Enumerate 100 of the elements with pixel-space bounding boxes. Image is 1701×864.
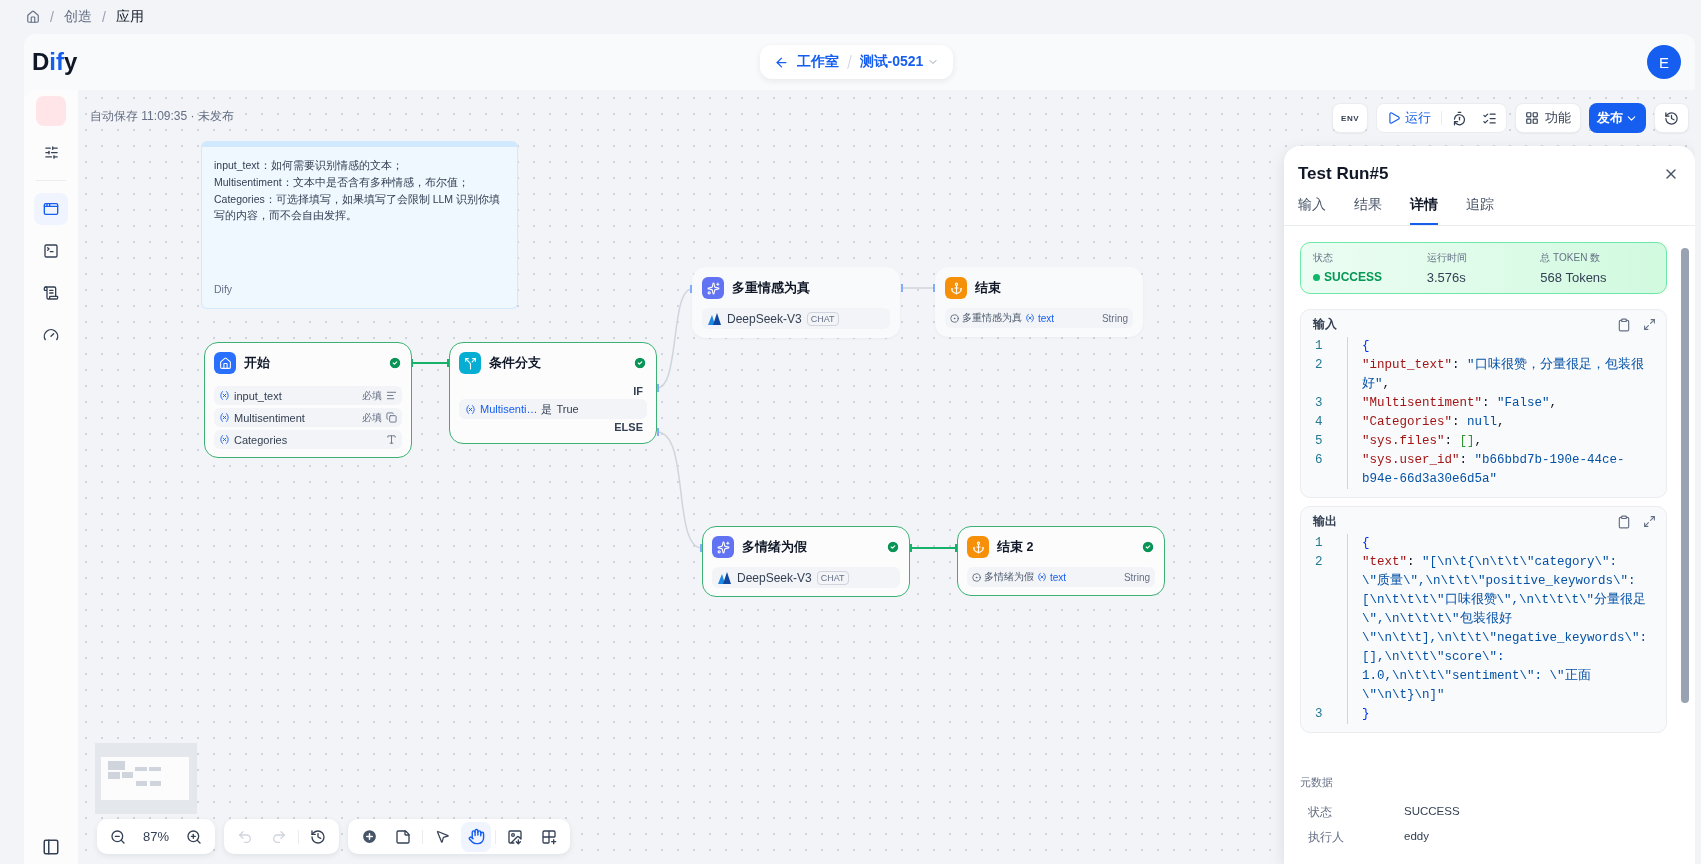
code-line: "text": "[\n\t{\n\t\t\"category\": \"质量\",\n\t\t\"positive_keywords\": [\n\t\t\t\"口味很赞\",\n\t\t\t\"分量很足\",\n\t\t\t\"包装很好\"\n\t\t],\n\t\t\"negative_keywords\": [],\n\t\t\"score\": 1.0,\n\t\t\"sentiment\": \"正面\"\n\t}\n]": [1347, 553, 1652, 705]
metadata-value: eddy: [1404, 830, 1430, 844]
zoom-in-icon: [186, 828, 203, 845]
summary-value: SUCCESS: [1313, 270, 1427, 284]
expand-icon[interactable]: [1643, 515, 1656, 528]
publish-button[interactable]: 发布: [1589, 103, 1646, 133]
code-line: }: [1347, 705, 1652, 724]
zoom-level[interactable]: 87%: [137, 829, 176, 844]
user-avatar[interactable]: E: [1647, 45, 1681, 79]
code-line: "Multisentiment": "False",: [1347, 394, 1652, 413]
node-ref-icon: [950, 313, 959, 323]
variable-name: input_text: [234, 389, 283, 402]
output-type: String: [1123, 571, 1150, 583]
arrow-left-icon: [773, 54, 789, 70]
back-link[interactable]: 工作室: [773, 53, 839, 71]
workflow-node[interactable]: 条件分支 IF Multisenti… 是 True ELSE: [449, 342, 657, 444]
redo-icon: [271, 828, 288, 845]
metadata-label: 执行人: [1308, 830, 1345, 845]
peaks-icon: [708, 312, 722, 325]
sidebar-toggle-icon[interactable]: [42, 838, 60, 856]
summary-value: 568 Tokens: [1540, 270, 1608, 285]
code-line: "sys.user_id": "b66bbd7b-190e-44ce-b94e-66d3a30e6d5a": [1347, 451, 1652, 489]
summary-label: 状态: [1313, 251, 1334, 265]
code-line: {: [1347, 534, 1652, 553]
tab[interactable]: 详情: [1410, 196, 1438, 225]
lines-icon: [386, 390, 397, 401]
line-number: 5: [1314, 433, 1324, 450]
workflow-node[interactable]: 多情绪为假 DeepSeek-V3 CHAT: [702, 526, 910, 597]
workflow-node[interactable]: 开始 input_text 必填 Multisentiment 必填 Categories: [204, 342, 412, 458]
plus-icon: [360, 828, 378, 845]
panel-title: Test Run#5: [1298, 164, 1389, 184]
metadata-value: SUCCESS: [1404, 805, 1461, 819]
branch-label: ELSE: [614, 421, 643, 433]
grid-plus-icon: [541, 828, 558, 845]
hand-tool[interactable]: [461, 821, 492, 852]
breadcrumb-separator: /: [101, 9, 106, 25]
undo-icon: [237, 828, 254, 845]
metadata-label: 状态: [1308, 805, 1333, 820]
app-name[interactable]: 测试-0521: [859, 53, 940, 71]
play-icon: [1387, 111, 1401, 125]
breadcrumb-link[interactable]: 应用: [115, 8, 144, 26]
code-line: "sys.files": [],: [1347, 432, 1652, 451]
home-icon: [214, 352, 236, 374]
condition-operator: 是: [541, 401, 553, 417]
required-label: 必填: [362, 388, 382, 403]
breadcrumb-link[interactable]: 创造: [63, 8, 92, 26]
summary-value: 3.576s: [1426, 270, 1467, 285]
hand-icon: [467, 828, 485, 845]
tab[interactable]: 结果: [1354, 196, 1382, 225]
check-icon: [1141, 540, 1155, 554]
features-button[interactable]: 功能: [1515, 103, 1581, 133]
history-button[interactable]: [1654, 103, 1689, 133]
copy-icon[interactable]: [1617, 514, 1631, 529]
sparkle-icon: [712, 536, 734, 558]
line-number: 3: [1314, 706, 1324, 723]
node-title: 多情绪为假: [742, 538, 808, 556]
history-icon: [1664, 110, 1679, 126]
line-number: 1: [1314, 535, 1324, 552]
condition-value: True: [556, 403, 579, 415]
split-icon: [459, 352, 481, 374]
image-icon: [507, 828, 524, 845]
expand-icon[interactable]: [1643, 318, 1656, 331]
sliders-icon: [43, 144, 59, 160]
line-number: 6: [1314, 452, 1324, 469]
pointer-icon: [434, 829, 450, 844]
logo: Dify: [32, 48, 78, 76]
node-title: 条件分支: [489, 354, 542, 372]
output-variable: text: [1038, 312, 1056, 324]
sparkle-icon: [702, 277, 724, 299]
terminal-icon: [43, 243, 59, 259]
code-panel-title: 输出: [1313, 513, 1338, 530]
anchor-icon: [967, 536, 989, 558]
variable-name: Multisentiment: [234, 411, 306, 424]
summary-label: 总 TOKEN 数: [1540, 251, 1602, 265]
node-title: 结束 2: [997, 538, 1035, 556]
home-icon[interactable]: [26, 10, 40, 24]
code-line: "Categories": null,: [1347, 413, 1652, 432]
variable-icon: [219, 434, 230, 445]
autosave-status: 自动保存 11:09:35 · 未发布: [90, 108, 234, 125]
env-button[interactable]: ENV: [1332, 103, 1368, 133]
anchor-icon: [945, 277, 967, 299]
tab[interactable]: 追踪: [1466, 196, 1494, 225]
code-panel-title: 输入: [1313, 316, 1338, 333]
output-variable: text: [1050, 571, 1068, 583]
output-source: 多情绪为假: [984, 570, 1034, 584]
variable-icon: [1037, 572, 1047, 582]
sidebar-item[interactable]: [34, 193, 68, 225]
tab[interactable]: 输入: [1298, 196, 1326, 225]
workflow-node[interactable]: 结束 2 多情绪为假 text String: [957, 526, 1165, 596]
copy-icon: [386, 412, 397, 423]
workflow-node[interactable]: 多重情感为真 DeepSeek-V3 CHAT: [692, 267, 900, 338]
summary-label: 运行时间: [1426, 251, 1468, 265]
workflow-node[interactable]: 结束 多重情感为真 text String: [935, 267, 1143, 337]
output-type: String: [1101, 312, 1128, 324]
code-line: "input_text": "口味很赞，分量很足，包装很好",: [1347, 356, 1652, 394]
variable-icon: [1025, 313, 1035, 323]
copy-icon[interactable]: [1617, 317, 1631, 332]
checklist-icon: [1481, 110, 1497, 126]
line-number: 1: [1314, 338, 1324, 355]
status-dot: [1313, 273, 1320, 281]
